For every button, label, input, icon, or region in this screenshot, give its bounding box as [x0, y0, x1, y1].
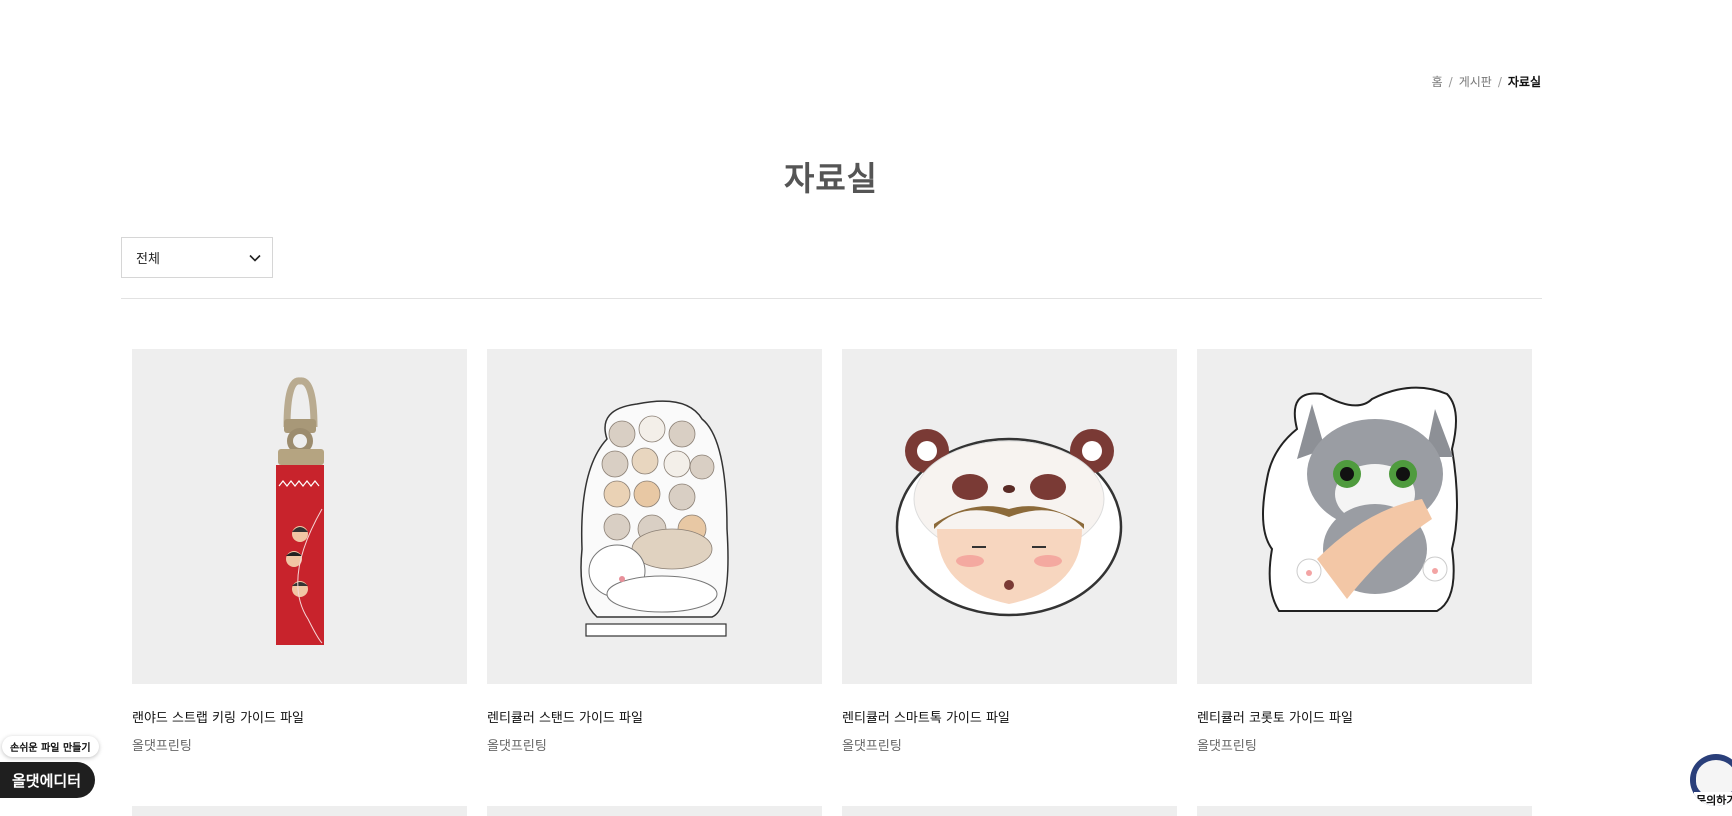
breadcrumb-board[interactable]: 게시판 [1459, 73, 1492, 90]
product-title[interactable]: 렌티큘러 코롯토 가이드 파일 [1197, 711, 1532, 727]
cat-stand-image [580, 400, 729, 637]
breadcrumb-current: 자료실 [1507, 75, 1541, 89]
product-thumbnail[interactable] [132, 806, 467, 816]
lanyard-keyring-image [276, 377, 324, 645]
product-thumbnail[interactable] [842, 806, 1177, 816]
product-thumbnail[interactable] [1197, 806, 1532, 816]
inquiry-button[interactable]: 문의하기 [1690, 754, 1732, 806]
product-card[interactable]: 랜야드 스트랩 키링 가이드 파일 올댓프린팅 [132, 349, 467, 755]
breadcrumb-separator: / [1448, 74, 1453, 89]
product-thumbnail[interactable] [487, 349, 822, 684]
product-grid: 랜야드 스트랩 키링 가이드 파일 올댓프린팅 렌티큘러 스탠드 가이드 파일 … [132, 349, 1532, 755]
breadcrumb: 홈 / 게시판 / 자료실 [1432, 73, 1541, 90]
product-author: 올댓프린팅 [1197, 739, 1257, 754]
breadcrumb-home[interactable]: 홈 [1432, 73, 1443, 90]
product-thumbnail[interactable] [1197, 349, 1532, 684]
chevron-down-icon [249, 254, 261, 262]
product-title[interactable]: 렌티큘러 스마트톡 가이드 파일 [842, 711, 1177, 727]
product-author: 올댓프린팅 [132, 739, 192, 754]
divider [121, 298, 1542, 299]
panda-smarttok-image [895, 429, 1123, 617]
product-card[interactable]: 렌티큘러 스마트톡 가이드 파일 올댓프린팅 [842, 349, 1177, 755]
breadcrumb-separator: / [1497, 74, 1502, 89]
product-author: 올댓프린팅 [487, 739, 547, 754]
page-title: 자료실 [783, 159, 879, 198]
mascot-icon [1696, 760, 1732, 796]
inquiry-label: 문의하기 [1694, 792, 1732, 806]
editor-tooltip: 손쉬운 파일 만들기 [2, 736, 99, 757]
next-row-thumbnails [132, 806, 1532, 816]
product-thumbnail[interactable] [842, 349, 1177, 684]
editor-button[interactable]: 올댓에디터 [0, 762, 95, 798]
category-filter-value: 전체 [136, 252, 160, 267]
product-card[interactable]: 렌티큘러 스탠드 가이드 파일 올댓프린팅 [487, 349, 822, 755]
product-card[interactable]: 렌티큘러 코롯토 가이드 파일 올댓프린팅 [1197, 349, 1532, 755]
product-title[interactable]: 렌티큘러 스탠드 가이드 파일 [487, 711, 822, 727]
gray-cat-korotto-image [1262, 386, 1458, 612]
product-thumbnail[interactable] [132, 349, 467, 684]
category-filter-select[interactable]: 전체 [121, 237, 273, 278]
product-thumbnail[interactable] [487, 806, 822, 816]
product-author: 올댓프린팅 [842, 739, 902, 754]
product-title[interactable]: 랜야드 스트랩 키링 가이드 파일 [132, 711, 467, 727]
